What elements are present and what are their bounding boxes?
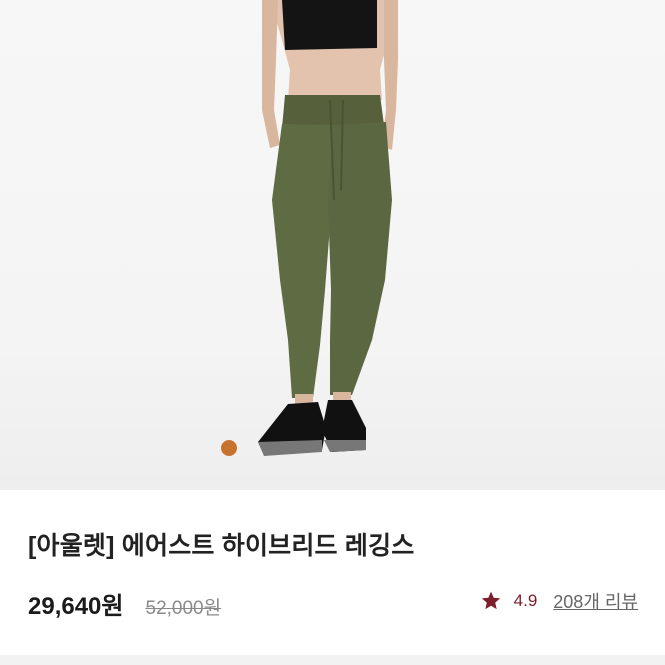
model-illustration <box>258 0 398 456</box>
product-title: [아울렛] 에어스트 하이브리드 레깅스 <box>28 532 415 560</box>
review-count-link[interactable]: 208개 리뷰 <box>553 588 638 614</box>
original-price: 52,000원 <box>145 598 222 619</box>
section-divider <box>0 655 665 665</box>
price-row: 29,640원 52,000원 <box>28 586 221 620</box>
rating-score: 4.9 <box>513 591 538 610</box>
carousel-dot-active[interactable] <box>221 440 237 456</box>
sale-price: 29,640원 <box>28 593 124 620</box>
product-info: [아울렛] 에어스트 하이브리드 레깅스 29,640원 52,000원 4.9… <box>0 490 665 665</box>
product-image[interactable] <box>0 0 665 490</box>
star-icon <box>481 591 500 610</box>
rating-summary: 4.9 208개 리뷰 <box>480 588 638 614</box>
